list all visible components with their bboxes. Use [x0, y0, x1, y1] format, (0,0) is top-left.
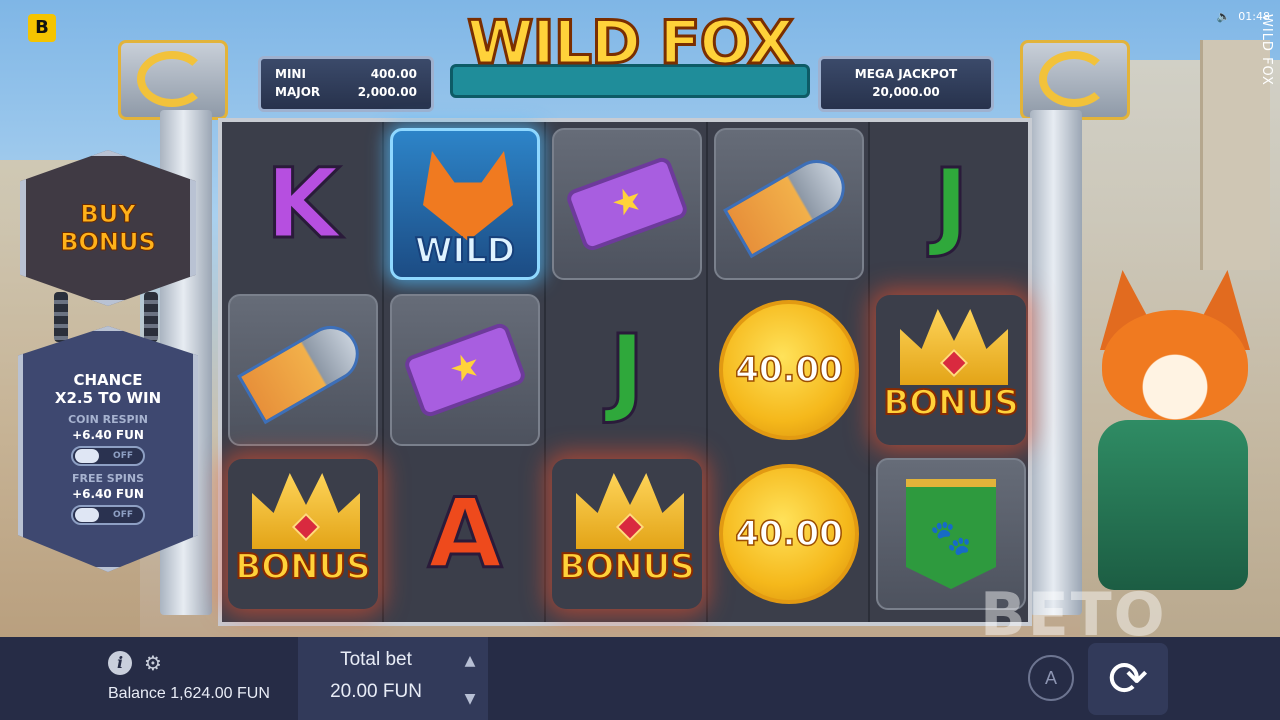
bonus-label: BONUS	[234, 546, 371, 588]
pillar-cap-right	[1020, 40, 1130, 120]
jackpot-mega: MEGA JACKPOT 20,000.00	[818, 56, 994, 112]
symbol-coin: 40.00	[714, 294, 864, 446]
info-icon[interactable]: i	[108, 651, 132, 675]
reel-1: K BONUS	[222, 122, 384, 622]
symbol-k-label: K	[264, 147, 341, 262]
balance-label: Balance	[108, 685, 166, 702]
side-game-title: WILD FOX	[1259, 14, 1274, 86]
fox-icon	[423, 151, 513, 241]
mega-label: MEGA JACKPOT	[854, 67, 958, 81]
total-bet-label: Total bet	[340, 649, 412, 670]
coin-respin-toggle[interactable]: OFF	[71, 446, 145, 466]
symbol-j-label: J	[608, 313, 647, 428]
buy-bonus-button[interactable]: BUY BONUS	[20, 150, 196, 306]
mega-value: 20,000.00	[872, 85, 940, 99]
hammer-icon	[564, 155, 690, 253]
symbol-bonus: BONUS	[228, 458, 378, 610]
reel-3: J BONUS	[546, 122, 708, 622]
pillar-cap-left	[118, 40, 228, 120]
buy-bonus-line1: BUY	[80, 200, 136, 229]
total-bet-value: 20.00 FUN	[330, 681, 422, 702]
hammer-icon	[402, 321, 528, 419]
reel-5: J BONUS 🐾	[870, 122, 1032, 622]
pillar-right	[1030, 110, 1082, 615]
mini-label: MINI	[275, 67, 306, 81]
free-spins-label: FREE SPINS	[71, 472, 145, 485]
coin-respin-label: COIN RESPIN	[68, 413, 148, 426]
free-spins-value: +6.40 FUN	[72, 487, 144, 501]
brand-logo: B	[28, 14, 56, 42]
symbol-j: J	[552, 294, 702, 446]
total-bet-box: Total bet 20.00 FUN ▲ ▼	[298, 637, 488, 720]
major-label: MAJOR	[275, 85, 321, 99]
symbol-a-label: A	[426, 477, 503, 592]
buy-bonus-line2: BONUS	[60, 228, 157, 257]
free-spins-toggle[interactable]: OFF	[71, 505, 145, 525]
reel-grid: K BONUS WILD A J BONUS 40.00 40.00 J BON…	[218, 118, 1032, 626]
symbol-bonus: BONUS	[552, 458, 702, 610]
speaker-icon[interactable]: 🔈	[1217, 10, 1231, 23]
chance-title-line2: X2.5 TO WIN	[54, 389, 162, 407]
horn-icon	[723, 149, 855, 259]
symbol-j-label: J	[932, 147, 971, 262]
mini-value: 400.00	[370, 67, 417, 81]
spin-button[interactable]: ⟳	[1088, 643, 1168, 715]
major-value: 2,000.00	[357, 85, 417, 99]
bonus-label: BONUS	[558, 546, 695, 588]
fox-character	[1090, 270, 1260, 610]
chain-right	[144, 292, 158, 342]
symbol-k: K	[228, 128, 378, 280]
game-title: WILD FOX	[466, 7, 796, 80]
game-logo: WILD FOX	[450, 7, 810, 100]
symbol-coin: 40.00	[714, 458, 864, 610]
coin-value: 40.00	[719, 300, 859, 440]
wild-label: WILD	[414, 230, 516, 272]
chance-panel: CHANCE X2.5 TO WIN COIN RESPIN +6.40 FUN…	[18, 326, 198, 572]
bonus-label: BONUS	[882, 382, 1019, 424]
bet-decrease-icon[interactable]: ▼	[458, 687, 482, 711]
coin-value: 40.00	[719, 464, 859, 604]
balance: Balance 1,624.00 FUN	[108, 685, 270, 703]
gear-icon[interactable]: ⚙	[144, 651, 162, 675]
autoplay-button[interactable]: A	[1028, 655, 1074, 701]
symbol-hammer	[552, 128, 702, 280]
symbol-wild: WILD	[390, 128, 540, 280]
reel-2: WILD A	[384, 122, 546, 622]
symbol-hammer	[390, 294, 540, 446]
bet-increase-icon[interactable]: ▲	[458, 649, 482, 673]
coin-respin-value: +6.40 FUN	[72, 428, 144, 442]
symbol-horn	[228, 294, 378, 446]
paw-banner-icon: 🐾	[906, 479, 996, 589]
chain-left	[54, 292, 68, 342]
reel-4: 40.00 40.00	[708, 122, 870, 622]
horn-icon	[237, 315, 369, 425]
symbol-horn	[714, 128, 864, 280]
symbol-a: A	[390, 458, 540, 610]
symbol-j: J	[876, 128, 1026, 280]
jackpot-mini-major: MINI 400.00 MAJOR 2,000.00	[258, 56, 434, 112]
balance-value: 1,624.00 FUN	[170, 685, 270, 702]
chance-title-line1: CHANCE	[73, 371, 143, 389]
bottom-bar: i ⚙ Balance 1,624.00 FUN Total bet 20.00…	[0, 637, 1280, 720]
symbol-bonus: BONUS	[876, 294, 1026, 446]
